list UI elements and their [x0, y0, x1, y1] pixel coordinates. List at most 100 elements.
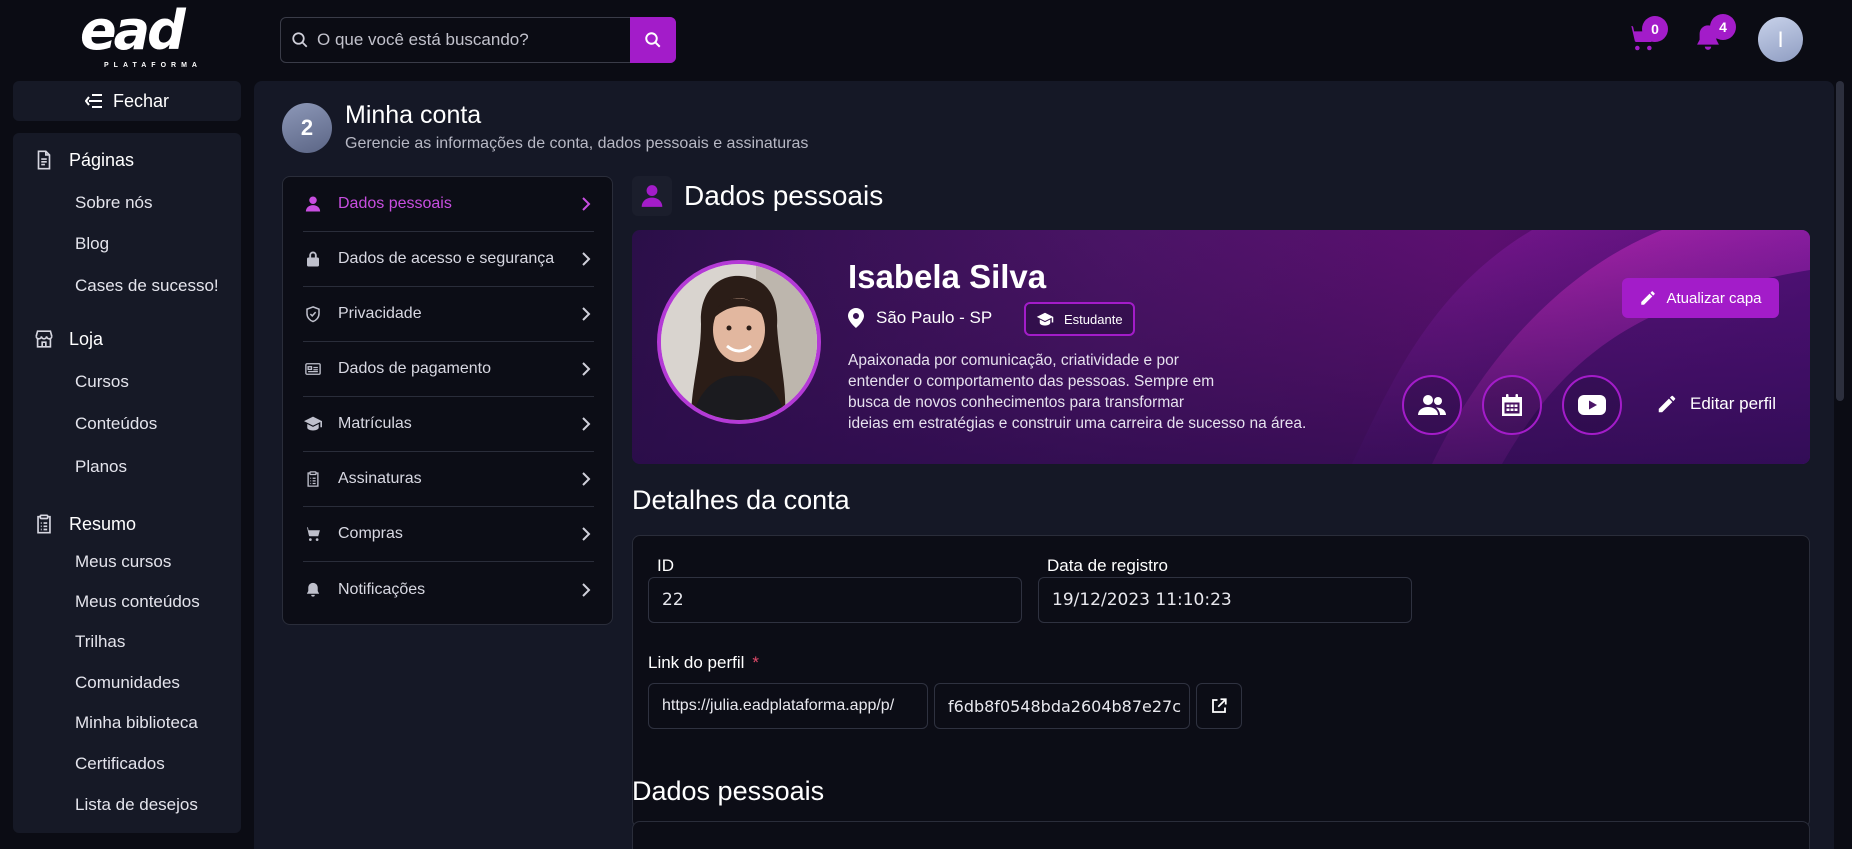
menu-item-notificacoes[interactable]: Notificações	[303, 562, 594, 617]
account-menu: Dados pessoais Dados de acesso e seguran…	[282, 176, 613, 625]
collapse-menu-icon	[84, 94, 102, 108]
registration-date-field[interactable]: 19/12/2023 11:10:23	[1038, 577, 1412, 623]
lock-icon	[303, 249, 323, 269]
menu-item-label: Matrículas	[338, 415, 412, 432]
scrollbar[interactable]	[1836, 81, 1844, 401]
menu-item-assinaturas[interactable]: Assinaturas	[303, 452, 594, 507]
profile-banner: Isabela Silva São Paulo - SP Estudante A…	[632, 230, 1810, 464]
profile-link-slug-field[interactable]: f6db8f0548bda2604b87e27c	[934, 683, 1190, 729]
chevron-right-icon	[582, 417, 591, 431]
sidebar-item-trilhas[interactable]: Trilhas	[75, 632, 125, 652]
sidebar-item-cases[interactable]: Cases de sucesso!	[75, 276, 219, 296]
chevron-right-icon	[582, 582, 591, 597]
profile-link-prefix-field[interactable]: https://julia.eadplataforma.app/p/	[648, 683, 928, 729]
sidebar: Páginas Sobre nós Blog Cases de sucesso!…	[13, 133, 241, 833]
top-bar: ead PLATAFORMA 0 4 I	[0, 0, 1852, 80]
menu-item-dados-de-acesso[interactable]: Dados de acesso e segurança	[303, 232, 594, 287]
sidebar-item-lista-de-desejos[interactable]: Lista de desejos	[75, 795, 198, 815]
calendar-button[interactable]	[1482, 375, 1542, 435]
external-link-icon	[1212, 698, 1227, 713]
sidebar-section-paginas[interactable]: Páginas	[33, 149, 134, 171]
bio-line: busca de novos conhecimentos para transf…	[848, 394, 1185, 411]
sidebar-item-comunidades[interactable]: Comunidades	[75, 673, 180, 693]
clipboard-icon	[37, 514, 51, 534]
chevron-right-icon	[582, 307, 591, 321]
sidebar-item-minha-biblioteca[interactable]: Minha biblioteca	[75, 713, 198, 733]
profile-link-label: Link do perfil *	[648, 653, 759, 673]
personal-data-title: Dados pessoais	[632, 776, 825, 806]
person-icon	[303, 194, 323, 214]
location-text: São Paulo - SP	[876, 308, 993, 327]
youtube-button[interactable]	[1562, 375, 1622, 435]
personal-data-card	[632, 821, 1810, 849]
search-input[interactable]	[317, 18, 627, 62]
sidebar-close-label: Fechar	[112, 90, 170, 111]
profile-location: São Paulo - SP	[848, 308, 992, 328]
sidebar-item-cursos[interactable]: Cursos	[75, 372, 129, 392]
account-details-title: Detalhes da conta	[632, 485, 850, 515]
sidebar-item-planos[interactable]: Planos	[75, 457, 127, 477]
chevron-right-icon	[582, 197, 591, 211]
section-heading: Dados pessoais	[632, 176, 883, 216]
graduation-cap-icon	[1036, 312, 1054, 325]
search-icon	[645, 32, 661, 48]
users-icon	[1418, 395, 1446, 415]
cart-icon	[303, 524, 323, 544]
sidebar-item-meus-conteudos[interactable]: Meus conteúdos	[75, 592, 200, 612]
calendar-icon	[1502, 394, 1522, 416]
sidebar-section-label: Páginas	[69, 149, 135, 170]
notifications-count-badge: 4	[1710, 14, 1736, 40]
role-text: Estudante	[1064, 311, 1123, 327]
bio-line: entender o comportamento das pessoas. Se…	[848, 373, 1215, 390]
profile-bio: Apaixonada por comunicação, criatividade…	[848, 350, 1318, 434]
sidebar-item-blog[interactable]: Blog	[75, 234, 109, 254]
menu-item-matriculas[interactable]: Matrículas	[303, 397, 594, 452]
chevron-right-icon	[582, 472, 591, 486]
bell-icon	[303, 580, 323, 600]
notifications-button[interactable]: 4	[1692, 14, 1736, 54]
update-cover-button[interactable]: Atualizar capa	[1622, 278, 1779, 318]
sidebar-item-certificados[interactable]: Certificados	[75, 754, 165, 774]
sidebar-close-button[interactable]: Fechar	[13, 81, 241, 121]
friends-button[interactable]	[1402, 375, 1462, 435]
profile-photo[interactable]	[657, 260, 821, 424]
sidebar-section-resumo[interactable]: Resumo	[33, 513, 136, 535]
location-pin-icon	[848, 308, 864, 328]
sidebar-item-sobre-nos[interactable]: Sobre nós	[75, 193, 153, 213]
sidebar-item-conteudos[interactable]: Conteúdos	[75, 414, 157, 434]
logo[interactable]: ead PLATAFORMA	[80, 2, 206, 74]
search-box	[280, 17, 676, 63]
menu-item-label: Compras	[338, 525, 403, 542]
sidebar-section-loja[interactable]: Loja	[33, 328, 103, 350]
search-button[interactable]	[630, 17, 676, 63]
required-marker: *	[752, 653, 760, 672]
menu-item-label: Assinaturas	[338, 470, 422, 487]
edit-profile-label: Editar perfil	[1690, 394, 1776, 413]
chevron-right-icon	[582, 362, 591, 376]
menu-item-dados-de-pagamento[interactable]: Dados de pagamento	[303, 342, 594, 397]
menu-item-dados-pessoais[interactable]: Dados pessoais	[303, 177, 594, 232]
sidebar-section-label: Loja	[69, 328, 104, 349]
chevron-right-icon	[582, 252, 591, 266]
id-field[interactable]: 22	[648, 577, 1022, 623]
update-cover-label: Atualizar capa	[1666, 289, 1762, 307]
document-icon	[37, 150, 51, 170]
menu-item-label: Dados de pagamento	[338, 360, 491, 377]
profile-link-label-text: Link do perfil	[648, 653, 745, 672]
user-avatar[interactable]: I	[1758, 17, 1803, 62]
menu-item-compras[interactable]: Compras	[303, 507, 594, 562]
open-profile-link-button[interactable]	[1196, 683, 1242, 729]
store-icon	[35, 330, 53, 348]
shield-icon	[303, 304, 323, 324]
bio-line: Apaixonada por comunicação, criatividade…	[848, 352, 1179, 369]
bio-line: ideias em estratégias e construir uma ca…	[848, 415, 1307, 432]
profile-name: Isabela Silva	[848, 258, 1047, 295]
menu-item-label: Dados pessoais	[338, 195, 452, 212]
role-badge: Estudante	[1024, 302, 1135, 336]
cart-button[interactable]: 0	[1626, 16, 1668, 54]
menu-item-privacidade[interactable]: Privacidade	[303, 287, 594, 342]
sidebar-item-meus-cursos[interactable]: Meus cursos	[75, 552, 171, 572]
edit-profile-button[interactable]: Editar perfil	[1656, 393, 1776, 415]
person-icon	[632, 176, 672, 216]
chevron-right-icon	[582, 527, 591, 541]
